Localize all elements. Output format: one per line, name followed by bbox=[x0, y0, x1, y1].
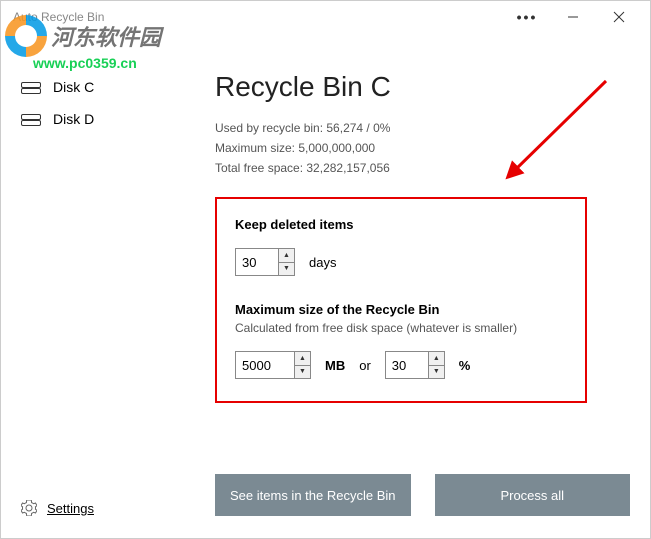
spinner-down-icon[interactable]: ▼ bbox=[429, 366, 444, 379]
spinner-up-icon[interactable]: ▲ bbox=[295, 352, 310, 366]
sidebar-item-disk-d[interactable]: Disk D bbox=[1, 103, 171, 135]
settings-link[interactable]: Settings bbox=[21, 500, 94, 516]
titlebar: Auto Recycle Bin ••• bbox=[1, 1, 650, 33]
sidebar: Disk C Disk D Settings bbox=[1, 33, 171, 538]
keep-heading: Keep deleted items bbox=[235, 217, 567, 232]
pct-unit: % bbox=[459, 358, 471, 373]
see-items-button[interactable]: See items in the Recycle Bin bbox=[215, 474, 411, 516]
main-content: Recycle Bin C Used by recycle bin: 56,27… bbox=[171, 33, 650, 538]
more-button[interactable]: ••• bbox=[504, 1, 550, 33]
sidebar-item-disk-c[interactable]: Disk C bbox=[1, 71, 171, 103]
sidebar-item-label: Disk C bbox=[53, 79, 94, 95]
minimize-button[interactable] bbox=[550, 1, 596, 33]
spinner-up-icon[interactable]: ▲ bbox=[279, 249, 294, 263]
settings-box: Keep deleted items ▲ ▼ days Maximum size… bbox=[215, 197, 587, 403]
process-all-button[interactable]: Process all bbox=[435, 474, 631, 516]
max-mb-input[interactable] bbox=[236, 352, 294, 378]
info-used: Used by recycle bin: 56,274 / 0% bbox=[215, 121, 630, 135]
spinner-up-icon[interactable]: ▲ bbox=[429, 352, 444, 366]
main-container: Disk C Disk D Settings Recycle Bin C Use… bbox=[1, 33, 650, 538]
info-max: Maximum size: 5,000,000,000 bbox=[215, 141, 630, 155]
window-controls: ••• bbox=[504, 1, 642, 33]
max-pct-input[interactable] bbox=[386, 352, 428, 378]
keep-days-spinner[interactable]: ▲ ▼ bbox=[235, 248, 295, 276]
mb-unit: MB bbox=[325, 358, 345, 373]
disk-icon bbox=[21, 80, 41, 94]
settings-label: Settings bbox=[47, 501, 94, 516]
gear-icon bbox=[21, 500, 37, 516]
keep-days-input[interactable] bbox=[236, 249, 278, 275]
disk-icon bbox=[21, 112, 41, 126]
days-unit: days bbox=[309, 255, 336, 270]
sidebar-item-label: Disk D bbox=[53, 111, 94, 127]
maxsize-subtext: Calculated from free disk space (whateve… bbox=[235, 321, 567, 335]
spinner-down-icon[interactable]: ▼ bbox=[295, 366, 310, 379]
or-label: or bbox=[359, 358, 371, 373]
button-row: See items in the Recycle Bin Process all bbox=[215, 474, 630, 516]
maxsize-heading: Maximum size of the Recycle Bin bbox=[235, 302, 567, 317]
max-mb-spinner[interactable]: ▲ ▼ bbox=[235, 351, 311, 379]
window-title: Auto Recycle Bin bbox=[13, 10, 504, 24]
info-free: Total free space: 32,282,157,056 bbox=[215, 161, 630, 175]
spinner-down-icon[interactable]: ▼ bbox=[279, 263, 294, 276]
page-title: Recycle Bin C bbox=[215, 71, 630, 103]
close-button[interactable] bbox=[596, 1, 642, 33]
max-pct-spinner[interactable]: ▲ ▼ bbox=[385, 351, 445, 379]
